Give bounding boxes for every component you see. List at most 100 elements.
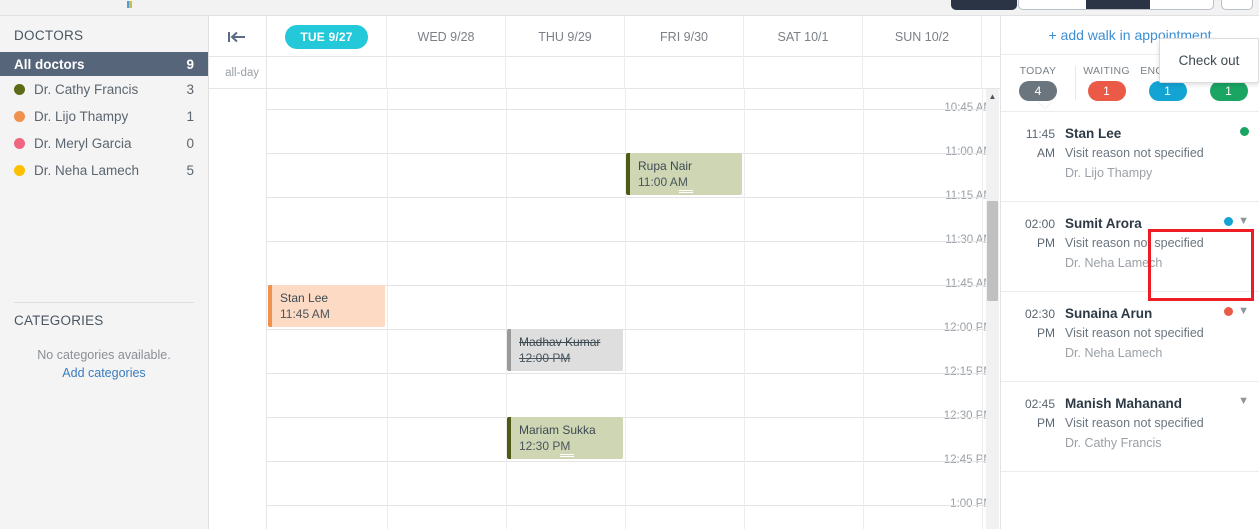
grid-line-horizontal [267, 461, 992, 462]
event-time: 11:00 AM [638, 175, 688, 189]
appointment-time-period: PM [1037, 416, 1055, 430]
add-categories-link[interactable]: Add categories [0, 362, 208, 380]
day-header-label: SAT 10/1 [777, 29, 829, 44]
appointment-patient-name: Stan Lee [1065, 126, 1122, 141]
toolbar-small-button[interactable] [1221, 0, 1253, 10]
appointment-details: Stan Lee Visit reason not specified Dr. Li… [1065, 124, 1249, 183]
calendar-grid: 10:45 AM 11:00 AM 11:15 AM 11:30 AM 11:45 AM… [209, 89, 1000, 529]
selected-filter-caret [1038, 101, 1052, 108]
appointment-time-hour: 11:45 [1025, 127, 1055, 141]
calendar-day-header[interactable]: SAT 10/1 [744, 16, 863, 57]
status-filter-waiting[interactable]: WAITING 1 [1076, 65, 1137, 101]
appointment-time-period: PM [1037, 236, 1055, 250]
grid-line-vertical [982, 89, 983, 529]
chevron-down-icon[interactable]: ▼ [1238, 396, 1249, 407]
grid-line-vertical [744, 89, 745, 529]
all-day-cell[interactable] [625, 57, 744, 89]
sidebar-item-doctor[interactable]: Dr. Lijo Thampy 1 [0, 103, 208, 130]
all-day-label: all-day [209, 57, 267, 89]
toolbar-color-fragment [127, 1, 132, 8]
event-time: 11:45 AM [280, 307, 330, 321]
calendar-day-header[interactable]: FRI 9/30 [625, 16, 744, 57]
toolbar-segment-active[interactable] [1086, 0, 1150, 9]
day-header-label: FRI 9/30 [660, 29, 708, 44]
appointment-time: 02:00 PM [1013, 215, 1055, 253]
toolbar-dark-button[interactable] [951, 0, 1017, 10]
sidebar-item-doctor[interactable]: Dr. Cathy Francis 3 [0, 76, 208, 103]
status-badge: 4 [1019, 81, 1057, 101]
appointment-row[interactable]: 02:00 PM Sumit Arora Visit reason not speci… [1001, 202, 1259, 292]
all-day-cell[interactable] [387, 57, 506, 89]
grid-line-horizontal [267, 505, 992, 506]
calendar-day-header[interactable]: THU 9/29 [506, 16, 625, 57]
grid-line-horizontal [267, 329, 992, 330]
calendar-event[interactable]: Stan Lee 11:45 AM [268, 285, 385, 327]
status-filter-today[interactable]: TODAY 4 [1001, 65, 1075, 108]
appointment-scheduler-app: DOCTORS All doctors 9 Dr. Cathy Francis 3… [0, 0, 1259, 529]
calendar-event[interactable]: Rupa Nair 11:00 AM [626, 153, 742, 195]
appointment-doctor: Dr. Lijo Thampy [1065, 166, 1153, 180]
appointment-time-hour: 02:30 [1024, 307, 1055, 321]
status-badge: 1 [1087, 81, 1126, 101]
scrollbar-thumb[interactable] [987, 201, 998, 301]
calendar-day-header[interactable]: WED 9/28 [387, 16, 506, 57]
appointment-status-control[interactable]: ▼ [1224, 216, 1249, 227]
appointment-row[interactable]: 11:45 AM Stan Lee Visit reason not specifie… [1001, 112, 1259, 202]
doctor-name: Dr. Meryl Garcia [34, 136, 132, 151]
status-badge: 1 [1209, 81, 1248, 101]
check-out-dropdown-item[interactable]: Check out [1159, 38, 1259, 83]
categories-section-title: CATEGORIES [14, 313, 104, 328]
time-gutter [209, 89, 267, 529]
event-resize-handle[interactable] [560, 454, 574, 457]
calendar-event[interactable]: Madhav Kumar 12:00 PM [507, 329, 623, 371]
appointment-row[interactable]: 02:30 PM Sunaina Arun Visit reason not spec… [1001, 292, 1259, 382]
sidebar-item-doctor[interactable]: Dr. Neha Lamech 5 [0, 157, 208, 184]
event-patient-name: Rupa Nair [638, 159, 693, 173]
appointment-doctor: Dr. Neha Lamech [1065, 256, 1163, 270]
event-time: 12:30 PM [519, 439, 571, 453]
grid-line-horizontal [267, 197, 992, 198]
all-day-cell[interactable] [506, 57, 625, 89]
all-day-cell[interactable] [267, 57, 387, 89]
appointment-status-control[interactable]: ▼ [1238, 396, 1249, 407]
calendar-header: TUE 9/27 WED 9/28 THU 9/29 FRI 9/30 SAT 10/1… [209, 16, 1000, 57]
all-day-cell[interactable] [863, 57, 982, 89]
back-to-start-button[interactable] [209, 16, 267, 57]
appointment-time: 02:30 PM [1013, 305, 1055, 343]
calendar-day-header[interactable]: SUN 10/2 [863, 16, 982, 57]
all-day-cell[interactable] [744, 57, 863, 89]
appointment-status-control[interactable]: ▼ [1224, 306, 1249, 317]
day-header-label: WED 9/28 [417, 29, 475, 44]
sidebar-item-doctor[interactable]: Dr. Meryl Garcia 0 [0, 130, 208, 157]
appointment-row[interactable]: 02:45 PM Manish Mahanand Visit reason not s… [1001, 382, 1259, 472]
doctor-appointment-count: 3 [186, 82, 194, 97]
appointment-time-period: AM [1037, 146, 1055, 160]
chevron-down-icon[interactable]: ▼ [1238, 216, 1249, 227]
doctor-color-dot [14, 84, 25, 95]
categories-empty-text: No categories available. [37, 348, 171, 362]
grid-line-vertical [506, 89, 507, 529]
chevron-down-icon[interactable]: ▼ [1238, 306, 1249, 317]
grid-line-vertical [387, 89, 388, 529]
appointment-patient-name: Sumit Arora [1065, 216, 1142, 231]
event-patient-name: Madhav Kumar [519, 335, 601, 349]
event-time: 12:00 PM [519, 351, 571, 365]
doctor-appointment-count: 0 [186, 136, 194, 151]
event-patient-name: Stan Lee [280, 291, 329, 305]
all-doctors-label: All doctors [14, 56, 85, 72]
calendar-event[interactable]: Mariam Sukka 12:30 PM [507, 417, 623, 459]
appointment-visit-reason: Visit reason not specified [1065, 146, 1204, 160]
appointment-time: 02:45 PM [1013, 395, 1055, 433]
calendar-scrollbar[interactable]: ▲ [986, 89, 999, 529]
grid-line-horizontal [267, 109, 992, 110]
all-day-row: all-day [209, 57, 1000, 89]
doctor-appointment-count: 5 [186, 163, 194, 178]
appointment-status-control[interactable] [1240, 127, 1249, 136]
day-header-label: SUN 10/2 [894, 29, 950, 44]
event-resize-handle[interactable] [679, 190, 693, 193]
scroll-up-arrow-icon[interactable]: ▲ [986, 89, 999, 103]
calendar-day-header[interactable]: TUE 9/27 [267, 16, 387, 57]
doctor-color-dot [14, 111, 25, 122]
doctor-name: Dr. Cathy Francis [34, 82, 139, 97]
sidebar-item-all-doctors[interactable]: All doctors 9 [0, 52, 208, 76]
